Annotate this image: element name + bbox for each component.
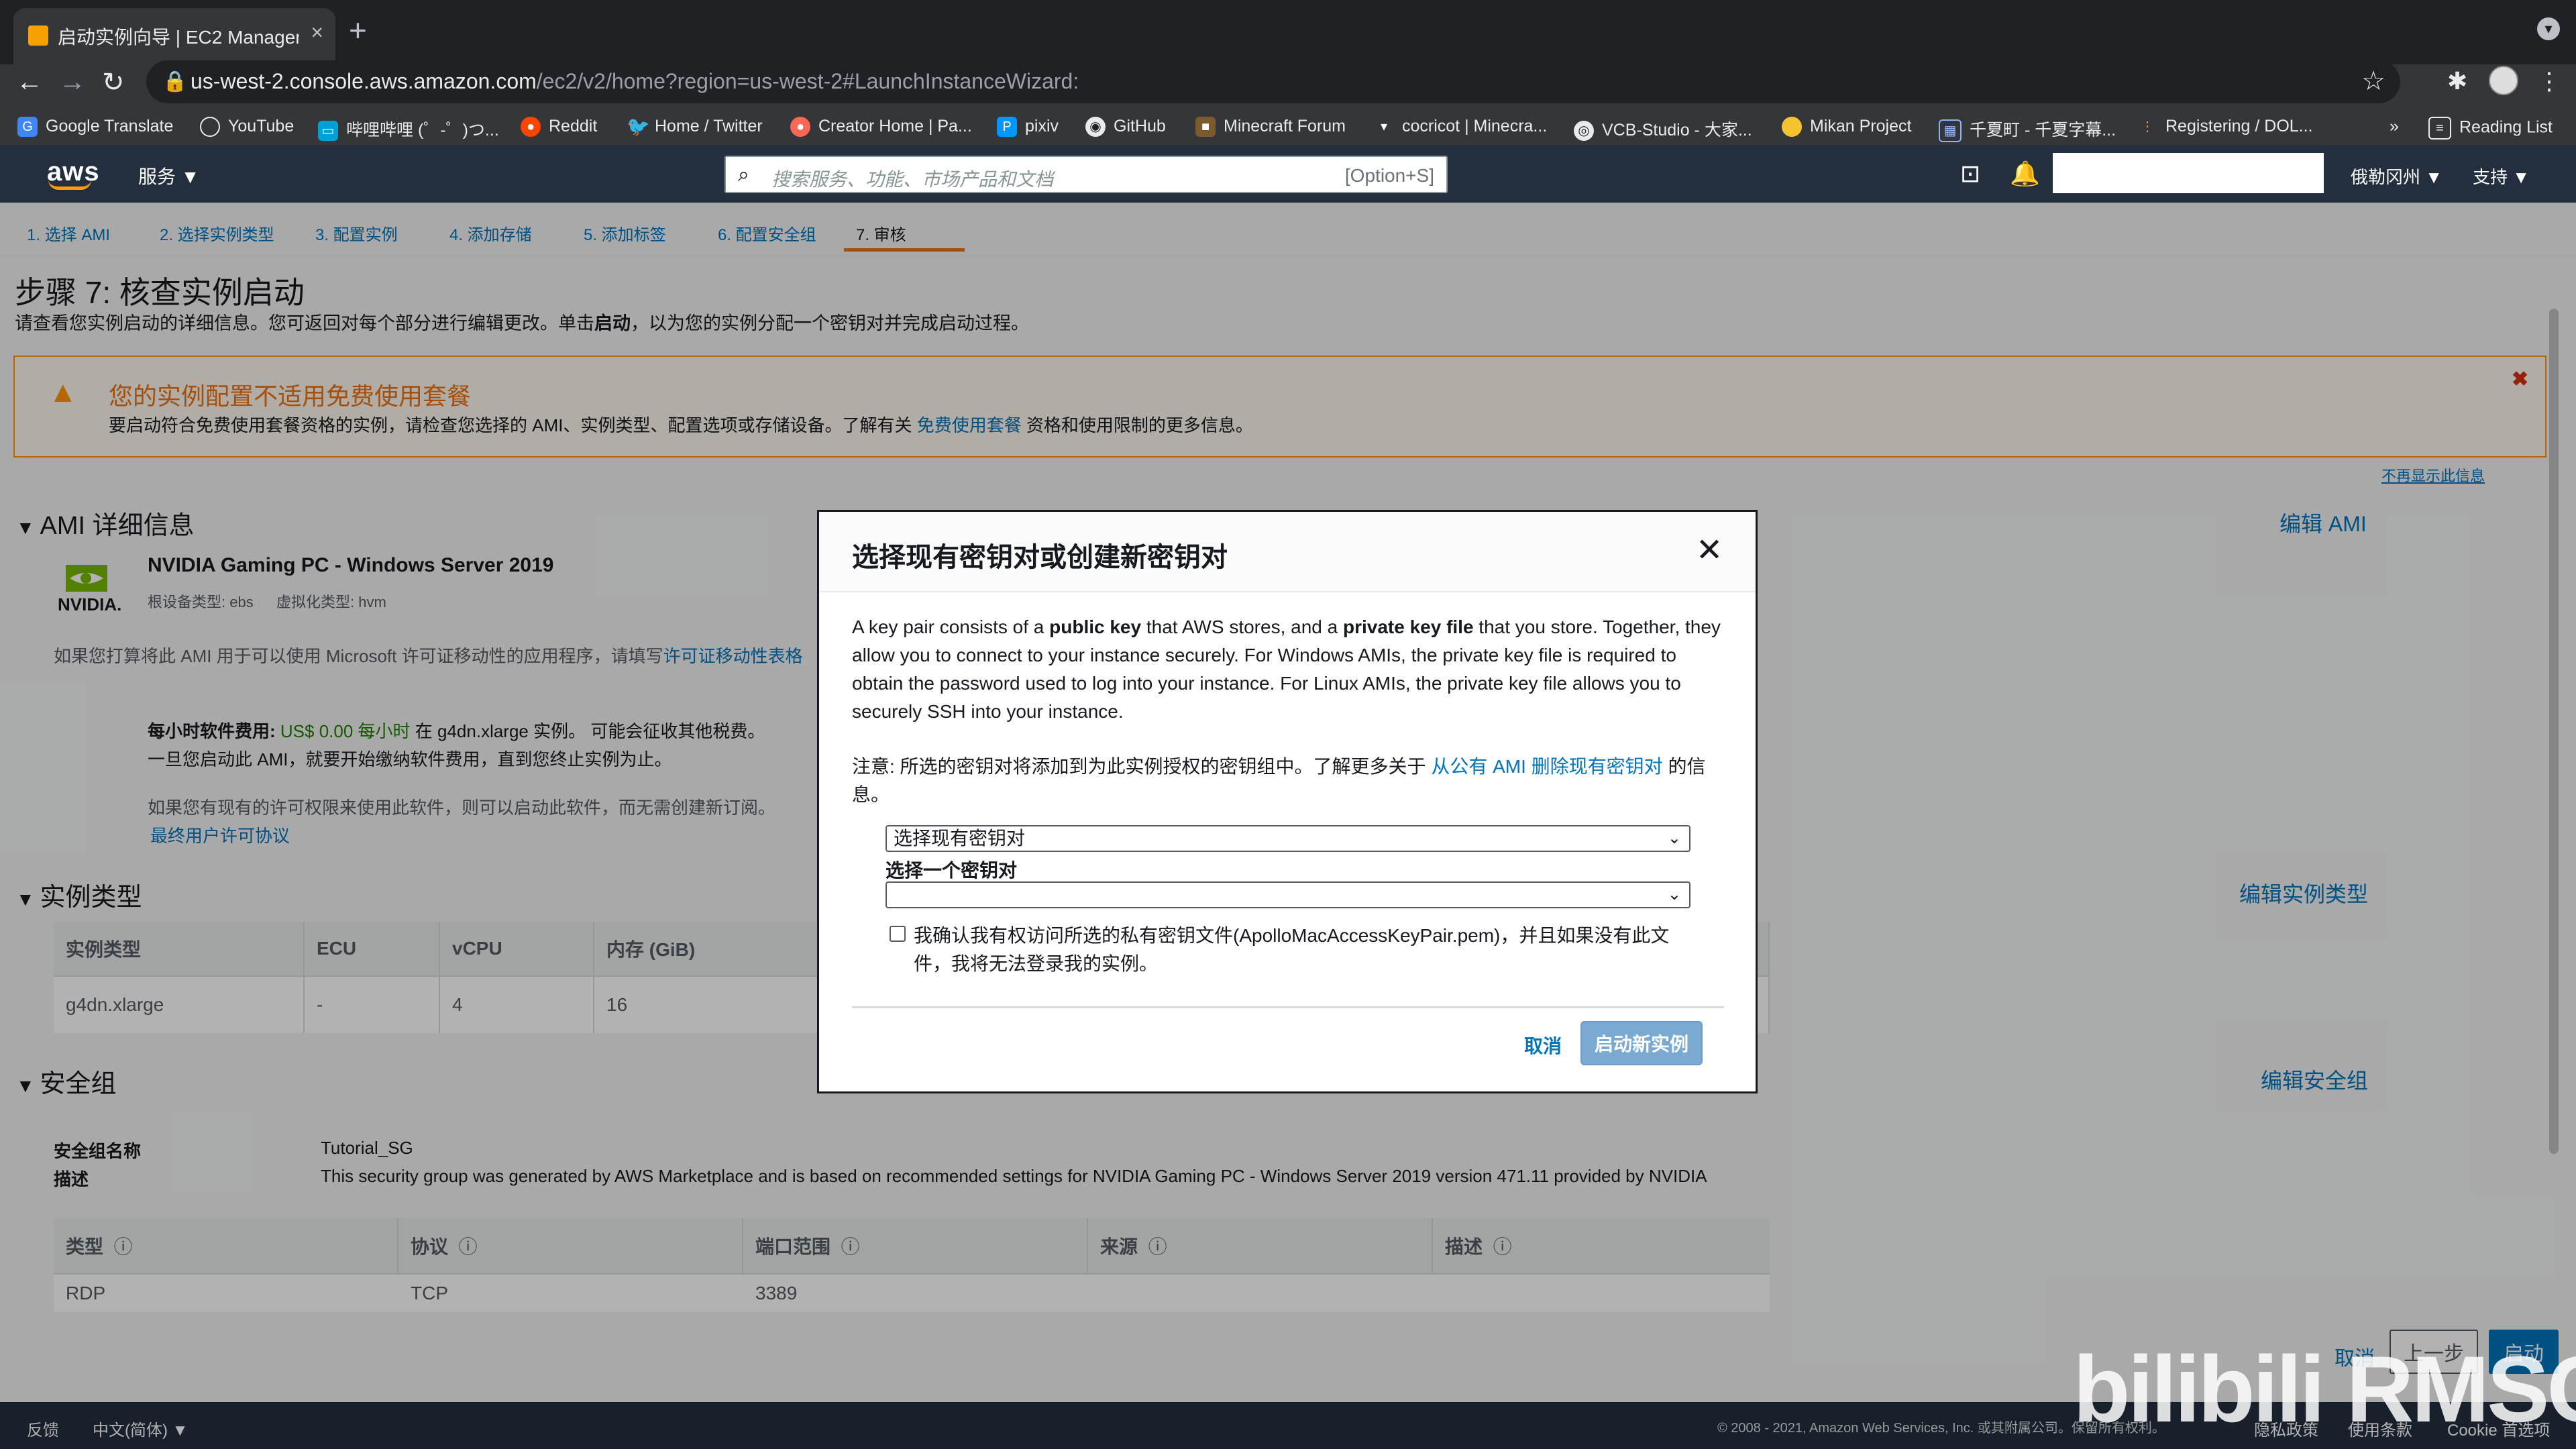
bookmark-label: Mikan Project (1810, 117, 1912, 136)
minecraft-icon: ■ (1195, 117, 1216, 138)
vcb-icon: ◎ (1574, 121, 1594, 142)
url-path: /ec2/v2/home?region=us-west-2#LaunchInst… (536, 69, 1079, 93)
bookmark-label: VCB-Studio - 大家... (1602, 121, 1752, 140)
modal-divider (852, 1006, 1724, 1008)
forward-arrow-icon[interactable]: → (59, 67, 86, 97)
bookmark-chinatsu[interactable]: ▦ 千夏町 - 千夏字幕... (1939, 117, 2116, 143)
chevron-down-icon: ⌄ (1667, 885, 1681, 904)
acknowledge-checkbox[interactable] (890, 926, 906, 942)
bookmark-label: Creator Home | Pa... (818, 117, 972, 136)
key-pair-note: 注意: 所选的密钥对将添加到为此实例授权的密钥组中。了解更多关于 从公有 AMI… (852, 753, 1724, 809)
bookmark-label: Registering / DOL... (2165, 117, 2313, 136)
cloudshell-icon[interactable]: ⊡ (1960, 160, 1980, 188)
search-shortcut: [Option+S] (1344, 165, 1434, 186)
key-pair-option-select[interactable]: 选择现有密钥对 ⌄ (885, 825, 1690, 852)
text-part: A key pair consists of a (852, 616, 1050, 637)
bookmark-star-icon[interactable]: ☆ (2361, 66, 2385, 97)
profile-avatar[interactable] (2489, 66, 2518, 95)
key-pair-name-select[interactable]: ⌄ (885, 881, 1690, 908)
browser-menu-icon[interactable]: ⋮ (2537, 67, 2561, 95)
cocricot-icon: ▾ (1380, 119, 1388, 135)
bilibili-watermark: bilibili RMSCA (2073, 1336, 2576, 1442)
key-pair-label: 选择一个密钥对 (885, 860, 1018, 881)
bookmark-registering[interactable]: ⋮ Registering / DOL... (2137, 117, 2313, 137)
text-part: that AWS stores, and a (1141, 616, 1343, 637)
back-arrow-icon[interactable]: ← (16, 67, 43, 97)
services-menu[interactable]: 服务 ▼ (138, 162, 200, 189)
bookmark-bilibili[interactable]: ▭ 哔哩哔哩 (゜-゜)つ... (318, 117, 499, 142)
aws-favicon-icon (28, 25, 48, 46)
bookmark-label: cocricot | Minecra... (1402, 117, 1548, 136)
new-tab-icon[interactable]: + (349, 12, 367, 48)
address-bar[interactable]: 🔒 us-west-2.console.aws.amazon.com/ec2/v… (146, 60, 2400, 103)
bookmark-cocricot[interactable]: ▾ cocricot | Minecra... (1374, 117, 1547, 137)
text-bold: private key file (1342, 616, 1474, 637)
tab-search-icon[interactable]: ▾ (2537, 17, 2560, 40)
modal-cancel-button[interactable]: 取消 (1524, 1032, 1562, 1059)
aws-search-input[interactable]: ⌕ 搜索服务、功能、市场产品和文档 [Option+S] (724, 156, 1448, 193)
remove-key-pair-link[interactable]: 从公有 AMI 删除现有密钥对 (1431, 756, 1662, 777)
bookmark-minecraft-forum[interactable]: ■ Minecraft Forum (1195, 117, 1346, 138)
bookmark-label: Minecraft Forum (1224, 117, 1346, 136)
note-part: 注意: 所选的密钥对将添加到为此实例授权的密钥组中。了解更多关于 (852, 756, 1432, 777)
bilibili-icon: ▭ (318, 121, 338, 142)
key-pair-explanation: A key pair consists of a public key that… (852, 613, 1724, 726)
bookmark-google-translate[interactable]: G Google Translate (17, 117, 174, 138)
patreon-icon: ● (790, 117, 810, 138)
search-icon: ⌕ (738, 164, 749, 186)
dol-icon: ⋮ (2141, 119, 2154, 135)
modal-close-icon[interactable]: ✕ (1696, 531, 1723, 569)
support-menu[interactable]: 支持 ▼ (2473, 164, 2530, 189)
translate-icon: G (17, 117, 38, 138)
bookmark-label: Reddit (549, 117, 598, 136)
bookmark-label: YouTube (228, 117, 294, 136)
bookmark-label: Home / Twitter (655, 117, 763, 136)
bookmark-twitter[interactable]: 🐦 Home / Twitter (627, 117, 763, 137)
bookmark-github[interactable]: ◉ GitHub (1085, 117, 1166, 138)
github-icon: ◉ (1085, 117, 1106, 138)
bookmark-youtube[interactable]: YouTube (200, 117, 294, 138)
launch-instances-button[interactable]: 启动新实例 (1580, 1021, 1703, 1065)
text-bold: public key (1049, 616, 1142, 637)
url-host: us-west-2.console.aws.amazon.com (191, 69, 537, 93)
bookmark-label: 哔哩哔哩 (゜-゜)つ... (346, 121, 499, 140)
reload-icon[interactable]: ↻ (102, 67, 125, 98)
browser-tab[interactable]: 启动实例向导 | EC2 Management × (13, 8, 335, 64)
reading-list-icon: ≡ (2428, 117, 2451, 140)
tab-close-icon[interactable]: × (311, 20, 323, 45)
acknowledge-label[interactable]: 我确认我有权访问所选的私有密钥文件(ApolloMacAccessKeyPair… (914, 922, 1685, 978)
bookmark-patreon[interactable]: ● Creator Home | Pa... (790, 117, 972, 138)
lock-icon[interactable]: 🔒 (162, 70, 187, 93)
search-placeholder: 搜索服务、功能、市场产品和文档 (771, 169, 1054, 190)
pixiv-icon: P (997, 117, 1017, 138)
bookmark-label: Google Translate (46, 117, 174, 136)
mikan-icon (1782, 117, 1802, 138)
region-selector[interactable]: 俄勒冈州 ▼ (2351, 164, 2443, 189)
url-text: us-west-2.console.aws.amazon.com/ec2/v2/… (191, 69, 1079, 94)
browser-tab-strip (0, 0, 2576, 64)
tab-title: 启动实例向导 | EC2 Management (58, 27, 299, 48)
aws-smile-icon (48, 180, 91, 190)
bookmark-pixiv[interactable]: Ppixiv (997, 117, 1059, 138)
reddit-icon: ● (521, 117, 541, 138)
bookmark-label: GitHub (1114, 117, 1166, 136)
grid-icon: ▦ (1939, 119, 1962, 143)
bookmarks-overflow-button[interactable]: » (2390, 117, 2399, 136)
bookmark-label: pixiv (1025, 117, 1059, 136)
bookmark-mikan[interactable]: Mikan Project (1782, 117, 1912, 138)
youtube-icon (200, 117, 220, 138)
chevron-down-icon: ⌄ (1667, 829, 1681, 847)
bookmark-reddit[interactable]: ● Reddit (521, 117, 598, 138)
modal-title: 选择现有密钥对或创建新密钥对 (852, 543, 1228, 572)
select-value: 选择现有密钥对 (894, 828, 1026, 849)
notifications-bell-icon[interactable]: 🔔 (2010, 160, 2040, 188)
bookmark-label: 千夏町 - 千夏字幕... (1970, 121, 2116, 140)
extensions-icon[interactable]: ✱ (2447, 67, 2467, 95)
twitter-icon: 🐦 (627, 116, 650, 138)
bookmark-vcb-studio[interactable]: ◎ VCB-Studio - 大家... (1574, 117, 1752, 142)
reading-list-button[interactable]: ≡ Reading List (2428, 117, 2553, 140)
reading-list-label: Reading List (2459, 117, 2553, 137)
account-menu[interactable] (2053, 153, 2324, 193)
